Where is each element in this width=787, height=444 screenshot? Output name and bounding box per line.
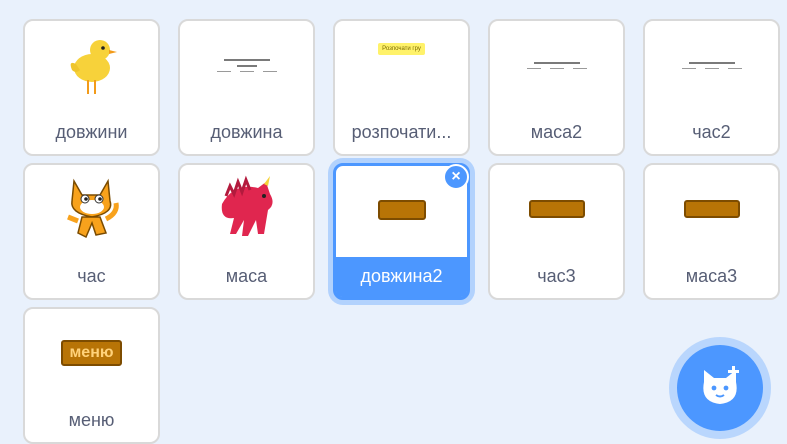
sprite-tile-masa2[interactable]: маса2 [488,19,625,156]
sprite-tile-rozpochaty[interactable]: Розпочати гру розпочати... [333,19,470,156]
sprite-thumbnail [25,21,158,109]
sprite-tile-masa3[interactable]: маса3 [643,163,780,300]
menu-button-thumbnail: меню [61,340,122,366]
sprite-name: час3 [537,266,576,286]
sprite-tile-meniu[interactable]: меню меню [23,307,160,444]
dinosaur-icon [221,175,273,236]
choose-sprite-button[interactable] [677,345,763,431]
sprite-thumbnail: Розпочати гру [335,21,468,109]
start-game-button-thumbnail: Розпочати гру [378,43,425,55]
text-lines-thumbnail [681,61,742,69]
sprite-tile-chas2[interactable]: час2 [643,19,780,156]
add-sprite-cat-icon [703,366,739,404]
chick-icon [70,40,117,94]
sprite-thumbnail [490,21,623,109]
sprite-tile-dovzhyna2-selected[interactable]: довжина2 × [333,163,470,300]
sprite-name: довжини [55,122,128,142]
sprite-thumbnail [180,165,313,253]
sprite-thumbnail [25,165,158,253]
sprite-tile-masa[interactable]: маса [178,163,315,300]
sprite-thumbnail [645,21,778,109]
sprite-thumbnail [490,165,623,253]
sprite-name: розпочати... [351,122,452,142]
brown-button-thumbnail [377,200,426,220]
brown-button-thumbnail [528,200,585,218]
sprite-thumbnail: меню [25,309,158,397]
sprite-list: довжини довжина Розпочати гру розпочати.… [23,19,780,444]
close-icon: × [451,168,461,185]
delete-sprite-button[interactable]: × [443,164,469,190]
sprite-thumbnail [180,21,313,109]
sprite-name: довжина2 [336,257,467,297]
sprite-name: маса2 [530,122,583,142]
sprite-tile-chas[interactable]: час [23,163,160,300]
cat-icon [66,178,119,239]
sprite-tile-dovzhyna[interactable]: довжина [178,19,315,156]
sprite-name: час [77,266,106,286]
sprite-name: маса3 [685,266,738,286]
text-lines-thumbnail [216,58,277,72]
sprite-name: довжина [210,122,283,142]
sprite-tile-dovzhyny[interactable]: довжини [23,19,160,156]
sprite-thumbnail [645,165,778,253]
sprite-name: час2 [692,122,731,142]
sprite-tile-chas3[interactable]: час3 [488,163,625,300]
brown-button-thumbnail [683,200,740,218]
text-lines-thumbnail [526,61,587,69]
sprite-name: меню [68,410,115,430]
sprite-name: маса [225,266,268,286]
